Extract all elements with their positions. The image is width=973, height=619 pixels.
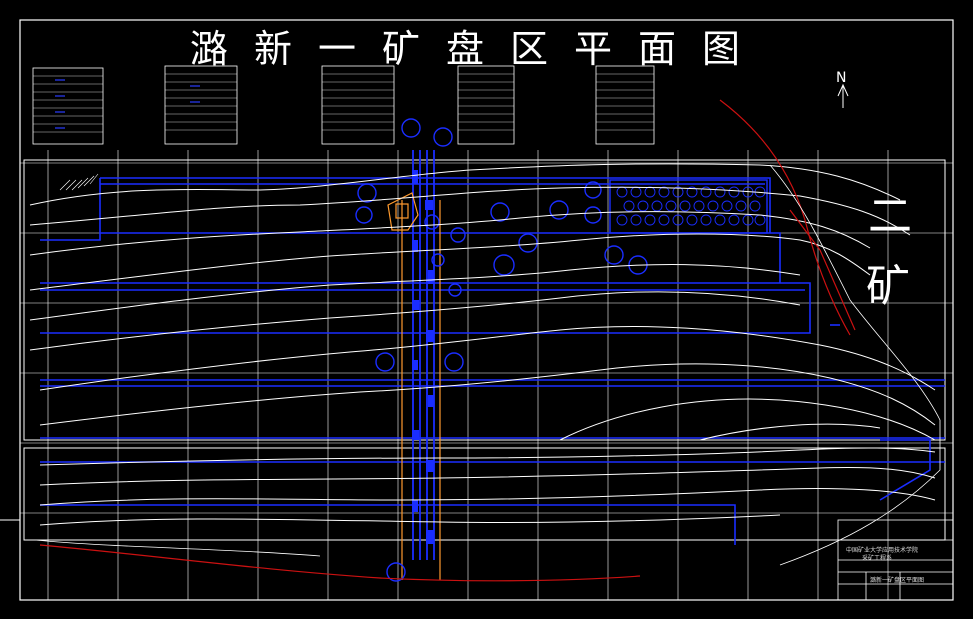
north-label: N bbox=[836, 70, 847, 86]
mine-label-top: 二 bbox=[868, 191, 912, 242]
title-block-department: 采矿工程系 bbox=[862, 555, 893, 562]
legend-tables bbox=[32, 65, 655, 145]
north-arrow-icon bbox=[837, 83, 849, 108]
mine-label-bottom: 矿 bbox=[866, 261, 910, 312]
coordinate-grid bbox=[20, 150, 953, 600]
mine-plan-drawing bbox=[0, 19, 954, 601]
outcrop-hatch bbox=[59, 173, 99, 191]
main-incline bbox=[412, 150, 435, 560]
floor-contours bbox=[29, 163, 936, 526]
drawing-title: 潞新一矿盘区平面图 bbox=[190, 27, 767, 71]
title-block-drawing-name: 潞新一矿盘区平面图 bbox=[870, 577, 925, 584]
drill-holes bbox=[355, 118, 648, 582]
